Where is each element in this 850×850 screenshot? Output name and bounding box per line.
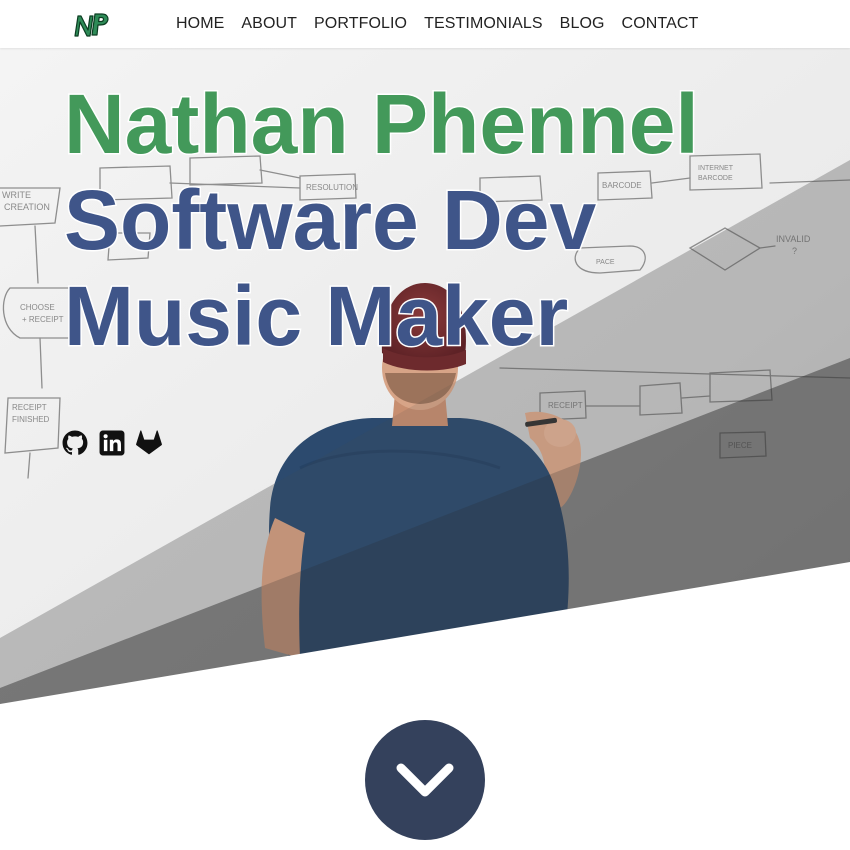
np-logo-icon [74, 13, 109, 37]
gitlab-icon[interactable] [136, 430, 162, 456]
chevron-down-icon [396, 763, 454, 797]
nav-home[interactable]: HOME [176, 15, 224, 33]
svg-text:CREATION: CREATION [4, 202, 50, 212]
nav-contact[interactable]: CONTACT [622, 15, 699, 33]
svg-text:PACE: PACE [596, 259, 615, 266]
hero-role-software-dev: Software Dev [62, 173, 597, 267]
social-links [62, 430, 162, 456]
svg-text:CHOOSE: CHOOSE [20, 303, 55, 312]
navbar: HOME ABOUT PORTFOLIO TESTIMONIALS BLOG C… [0, 0, 850, 48]
github-icon[interactable] [62, 430, 88, 456]
scroll-down-button[interactable] [365, 720, 485, 840]
svg-text:+ RECEIPT: + RECEIPT [22, 315, 64, 324]
main-nav: HOME ABOUT PORTFOLIO TESTIMONIALS BLOG C… [176, 0, 698, 48]
linkedin-icon[interactable] [99, 430, 125, 456]
nav-testimonials[interactable]: TESTIMONIALS [424, 15, 543, 33]
svg-text:WRITE: WRITE [2, 190, 31, 200]
svg-text:FINISHED: FINISHED [12, 415, 50, 424]
hero-role-music-maker: Music Maker [62, 269, 569, 363]
svg-text:INTERNET: INTERNET [698, 165, 734, 172]
nav-about[interactable]: ABOUT [241, 15, 297, 33]
svg-text:BARCODE: BARCODE [602, 181, 642, 190]
nav-portfolio[interactable]: PORTFOLIO [314, 15, 407, 33]
hero-section: WRITE CREATION CHOOSE + RECEIPT RECEIPT … [0, 48, 850, 708]
nav-blog[interactable]: BLOG [560, 15, 605, 33]
np-logo[interactable] [70, 9, 114, 41]
svg-text:RECEIPT: RECEIPT [12, 403, 47, 412]
hero-name: Nathan Phennel [63, 77, 701, 171]
svg-text:BARCODE: BARCODE [698, 175, 733, 182]
